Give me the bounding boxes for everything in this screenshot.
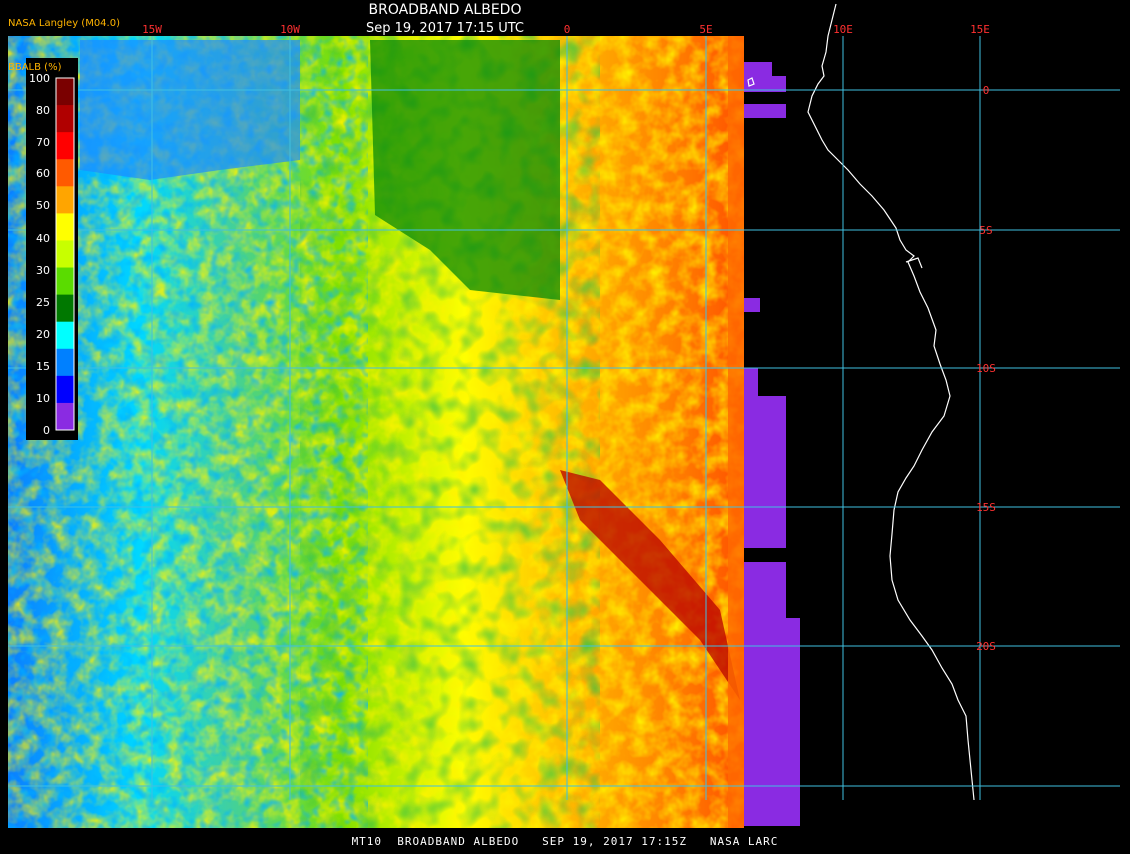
imagery-blue-block	[80, 40, 300, 180]
map-timestamp: Sep 19, 2017 17:15 UTC	[365, 21, 525, 36]
longitude-label: 5E	[699, 23, 712, 36]
longitude-label: 15W	[142, 23, 162, 36]
map-title: BROADBAND ALBEDO	[368, 2, 522, 18]
latitude-label: 10S	[976, 362, 996, 375]
legend-color-swatch	[56, 213, 74, 241]
producer-label: NASA Langley (M04.0)	[8, 18, 120, 29]
latitude-label: 0	[983, 84, 990, 97]
legend-color-swatch	[56, 348, 74, 377]
legend-tick-label: 0	[43, 424, 50, 437]
latitude-label: 20S	[976, 640, 996, 653]
albedo-imagery	[8, 36, 744, 828]
longitude-label: 10W	[280, 23, 300, 36]
legend-tick-label: 100	[29, 72, 50, 85]
imagery-orange-edge	[728, 36, 744, 828]
legend-color-swatch	[56, 105, 74, 133]
nodata-strip	[744, 62, 800, 826]
legend-color-swatch	[56, 321, 74, 350]
albedo-map-view: 15W 10W 0 5E 10E 15E 0 5S 10S 15S 20S BBALB (%) 10…	[0, 0, 1130, 850]
legend-color-swatch	[56, 186, 74, 214]
legend-tick-label: 80	[36, 104, 50, 117]
legend-color-swatch	[56, 240, 74, 269]
legend-color-swatch	[56, 132, 74, 160]
legend-color-swatch	[56, 294, 74, 323]
latitude-label: 15S	[976, 501, 996, 514]
legend-color-swatch	[56, 267, 74, 296]
legend-tick-label: 60	[36, 167, 50, 180]
legend-tick-label: 15	[36, 360, 50, 373]
legend-tick-label: 25	[36, 296, 50, 309]
legend-tick-label: 50	[36, 199, 50, 212]
longitude-label: 15E	[970, 23, 990, 36]
legend-color-swatch	[56, 78, 74, 106]
legend-tick-label: 20	[36, 328, 50, 341]
footer-caption: MT10 BROADBAND ALBEDO SEP 19, 2017 17:15…	[351, 835, 779, 848]
latitude-label: 5S	[979, 224, 992, 237]
coastline	[807, 3, 975, 801]
nodata-region	[744, 62, 800, 826]
legend-color-swatch	[56, 159, 74, 187]
legend-color-swatch	[56, 375, 74, 404]
legend-tick-label: 10	[36, 392, 50, 405]
legend-tick-label: 30	[36, 264, 50, 277]
longitude-label: 10E	[833, 23, 853, 36]
map-canvas: 15W 10W 0 5E 10E 15E05S10S15S20S BBALB (%) 10…	[8, 3, 1120, 828]
legend-tick-label: 40	[36, 232, 50, 245]
legend-tick-label: 70	[36, 136, 50, 149]
legend-color-swatch	[56, 402, 74, 431]
legend-color-bar	[55, 77, 75, 431]
